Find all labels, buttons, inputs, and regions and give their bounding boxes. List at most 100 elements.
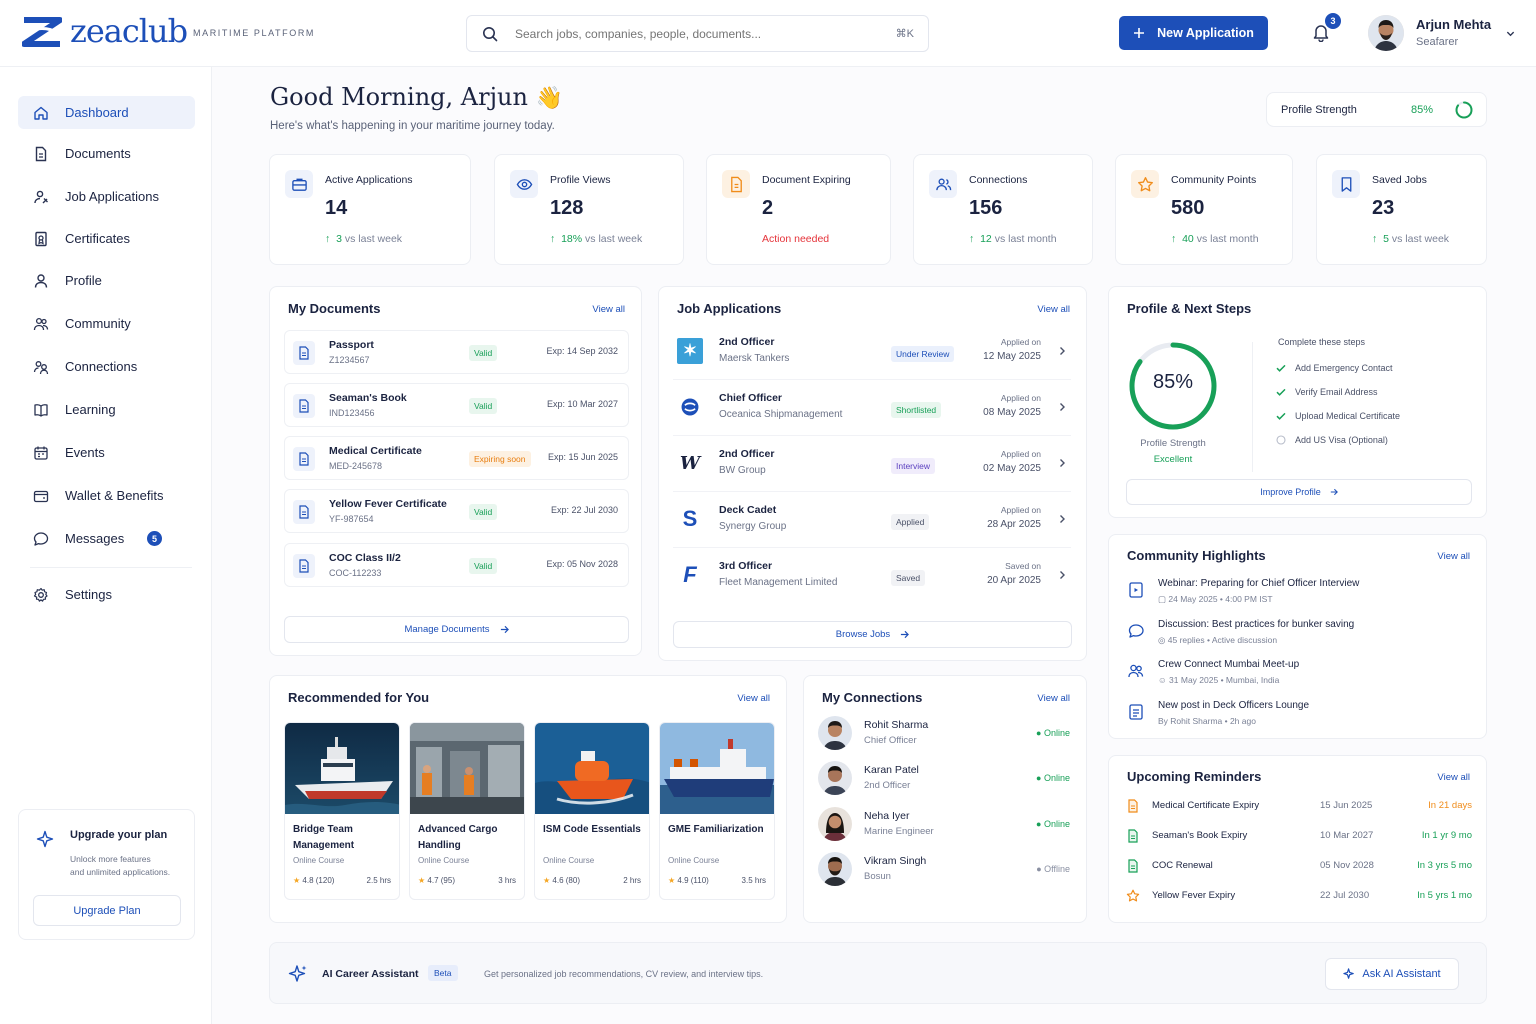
course-card[interactable]: Advanced Cargo Handling Online Course ★ … — [409, 722, 525, 900]
document-row[interactable]: Passport Z1234567 Valid Exp: 14 Sep 2032 — [284, 330, 629, 374]
job-row[interactable]: Chief Officer Oceanica Shipmanagement Sh… — [673, 380, 1071, 436]
document-name: Seaman's Book — [329, 392, 407, 404]
view-all-link[interactable]: View all — [737, 693, 770, 704]
course-card[interactable]: GME Familiarization Online Course ★ 4.9 … — [659, 722, 775, 900]
sidebar-item-learning[interactable]: Learning — [18, 393, 195, 426]
document-row[interactable]: Medical Certificate MED-245678 Expiring … — [284, 436, 629, 480]
job-row[interactable]: W 2nd Officer BW Group Interview Applied… — [673, 436, 1071, 492]
button-label: Browse Jobs — [835, 629, 891, 640]
stat-card-saved-jobs[interactable]: Saved Jobs 23 ↑ 5 vs last week — [1316, 154, 1487, 265]
user-menu[interactable]: Arjun Mehta Seafarer — [1368, 14, 1523, 52]
card-title: Recommended for You — [288, 690, 430, 705]
upgrade-line2: and unlimited applications. — [70, 867, 171, 877]
document-icon — [33, 146, 49, 162]
ask-ai-assistant-button[interactable]: Ask AI Assistant — [1325, 958, 1459, 990]
notifications-button[interactable]: 3 — [1311, 13, 1341, 44]
view-all-link[interactable]: View all — [1437, 551, 1470, 562]
document-name: Yellow Fever Certificate — [329, 498, 447, 510]
search-input[interactable] — [515, 24, 875, 44]
synergy-logo-icon: S — [682, 506, 698, 531]
step-item[interactable]: Add Emergency Contact — [1276, 363, 1393, 373]
upgrade-plan-button[interactable]: Upgrade Plan — [33, 895, 181, 926]
book-icon — [33, 402, 49, 418]
stat-value: 23 — [1372, 197, 1395, 219]
stat-card-profile-views[interactable]: Profile Views 128 ↑ 18% vs last week — [494, 154, 684, 265]
rating-count: (95) — [440, 876, 455, 885]
document-icon — [293, 341, 315, 365]
view-all-link[interactable]: View all — [592, 304, 625, 315]
sidebar-item-settings[interactable]: Settings — [18, 578, 195, 611]
connection-role: Chief Officer — [864, 735, 917, 746]
sidebar-item-messages[interactable]: Messages 5 — [18, 522, 195, 555]
connection-row[interactable]: Karan Patel 2nd Officer ● Online — [818, 761, 1072, 801]
status-badge: Applied — [891, 514, 930, 530]
document-id: IND123456 — [329, 408, 375, 418]
sidebar-item-wallet[interactable]: Wallet & Benefits — [18, 479, 195, 512]
browse-jobs-button[interactable]: Browse Jobs — [673, 621, 1072, 648]
stat-card-connections[interactable]: Connections 156 ↑ 12 vs last month — [913, 154, 1093, 265]
document-row[interactable]: Yellow Fever Certificate YF-987654 Valid… — [284, 489, 629, 533]
view-all-link[interactable]: View all — [1037, 693, 1070, 704]
document-row[interactable]: COC Class II/2 COC-112233 Valid Exp: 05 … — [284, 543, 629, 587]
meta-time: 2h ago — [1229, 716, 1256, 726]
job-title: 3rd Officer — [719, 560, 773, 572]
status-text: Offline — [1044, 864, 1070, 874]
view-all-link[interactable]: View all — [1437, 772, 1470, 783]
connection-row[interactable]: Rohit Sharma Chief Officer ● Online — [818, 716, 1072, 756]
stat-card-community-points[interactable]: Community Points 580 ↑ 40 vs last month — [1115, 154, 1293, 265]
stat-card-document-expiring[interactable]: Document Expiring 2 Action needed — [706, 154, 891, 265]
step-item[interactable]: Upload Medical Certificate — [1276, 411, 1400, 421]
brand-name[interactable]: zeaclub — [70, 12, 188, 50]
sidebar-item-certificates[interactable]: Certificates — [18, 222, 195, 255]
connection-name: Rohit Sharma — [864, 719, 929, 731]
course-card[interactable]: Bridge Team Management Online Course ★ 4… — [284, 722, 400, 900]
profile-strength-value: 85% — [1411, 104, 1434, 116]
reminder-row[interactable]: Seaman's Book Expiry 10 Mar 2027 In 1 yr… — [1126, 827, 1472, 847]
new-application-button[interactable]: New Application — [1119, 16, 1268, 50]
document-name: COC Class II/2 — [329, 552, 401, 564]
user-icon — [33, 273, 49, 289]
sidebar-item-documents[interactable]: Documents — [18, 137, 195, 170]
item-meta: ☺ 31 May 2025 • Mumbai, India — [1158, 675, 1280, 685]
wallet-icon — [33, 488, 49, 504]
course-title: GME Familiarization — [668, 824, 764, 835]
stat-label: Document Expiring — [762, 174, 851, 186]
sidebar-item-connections[interactable]: Connections — [18, 350, 195, 383]
sidebar-item-job-applications[interactable]: Job Applications — [18, 180, 195, 213]
step-label: Verify Email Address — [1295, 387, 1378, 397]
step-item[interactable]: Add US Visa (Optional) — [1276, 435, 1388, 445]
stat-card-active-applications[interactable]: Active Applications 14 ↑ 3 vs last week — [269, 154, 471, 265]
job-row[interactable]: F 3rd Officer Fleet Management Limited S… — [673, 548, 1071, 604]
job-company: Synergy Group — [719, 521, 787, 532]
job-row[interactable]: ✶ 2nd Officer Maersk Tankers Under Revie… — [673, 324, 1071, 380]
course-hours: 3 hrs — [498, 876, 516, 885]
connection-name: Vikram Singh — [864, 855, 927, 867]
course-card[interactable]: ISM Code Essentials Online Course ★ 4.6 … — [534, 722, 650, 900]
sidebar-item-profile[interactable]: Profile — [18, 264, 195, 297]
course-type: Online Course — [418, 856, 470, 865]
sidebar-item-events[interactable]: Events — [18, 436, 195, 469]
connection-row[interactable]: Neha Iyer Marine Engineer ● Online — [818, 807, 1072, 847]
reminder-row[interactable]: Medical Certificate Expiry 15 Jun 2025 I… — [1126, 797, 1472, 817]
connection-row[interactable]: Vikram Singh Bosun ● Offline — [818, 852, 1072, 892]
view-all-link[interactable]: View all — [1037, 304, 1070, 315]
step-item[interactable]: Verify Email Address — [1276, 387, 1378, 397]
stat-label: Community Points — [1171, 174, 1257, 186]
brand-logo-icon[interactable] — [21, 16, 63, 48]
item-meta: ▢ 24 May 2025 • 4:00 PM IST — [1158, 594, 1273, 604]
my-documents-card: My Documents View all Passport Z1234567 … — [269, 286, 642, 656]
manage-documents-button[interactable]: Manage Documents — [284, 616, 629, 643]
course-image-bridge — [285, 723, 399, 814]
course-image-ship — [660, 723, 774, 814]
status-indicator: ● Online — [1036, 728, 1070, 738]
sidebar-item-dashboard[interactable]: Dashboard — [18, 96, 195, 129]
improve-profile-button[interactable]: Improve Profile — [1126, 479, 1472, 505]
document-row[interactable]: Seaman's Book IND123456 Valid Exp: 10 Ma… — [284, 383, 629, 427]
chevron-right-icon — [1057, 402, 1067, 412]
reminder-row[interactable]: COC Renewal 05 Nov 2028 In 3 yrs 5 mo — [1126, 857, 1472, 877]
profile-strength-widget[interactable]: Profile Strength 85% — [1266, 92, 1487, 127]
search-bar[interactable]: ⌘K — [466, 15, 929, 52]
job-row[interactable]: S Deck Cadet Synergy Group Applied Appli… — [673, 492, 1071, 548]
reminder-row[interactable]: Yellow Fever Expiry 22 Jul 2030 In 5 yrs… — [1126, 887, 1472, 907]
sidebar-item-community[interactable]: Community — [18, 307, 195, 340]
